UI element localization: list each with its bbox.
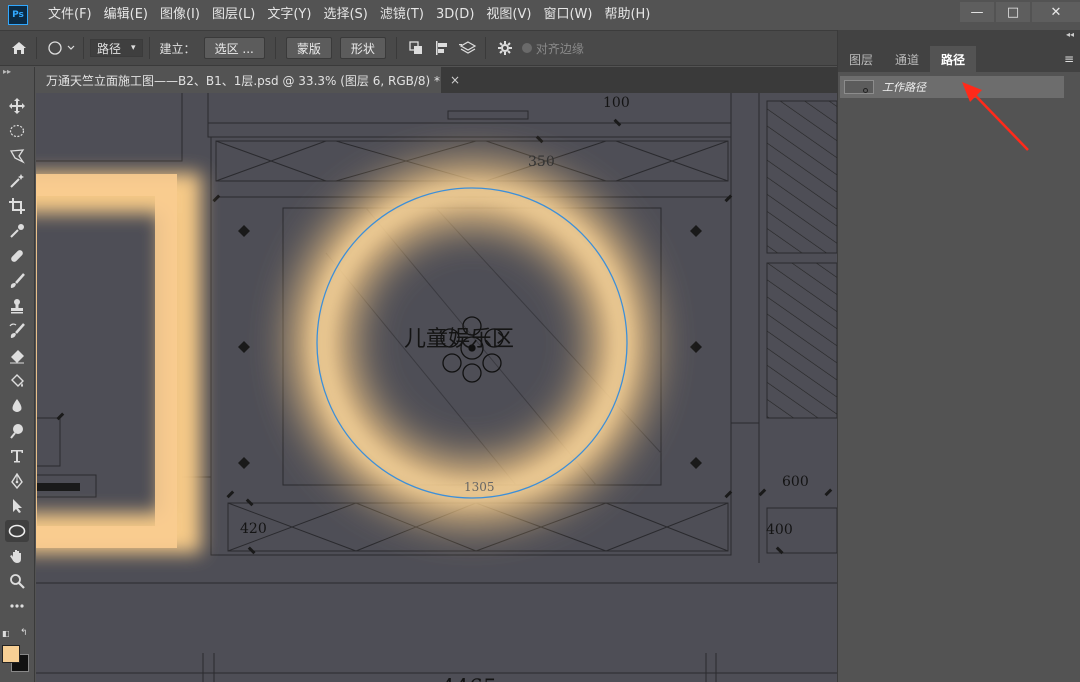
menu-bar: Ps 文件(F) 编辑(E) 图像(I) 图层(L) 文字(Y) 选择(S) 滤…	[0, 0, 1080, 30]
panel-header: ◂◂	[838, 30, 1080, 44]
menu-help[interactable]: 帮助(H)	[598, 0, 656, 30]
divider	[148, 37, 150, 59]
window-controls: — □ ✕	[958, 0, 1080, 24]
dim-label: 600	[782, 474, 809, 490]
divider	[83, 37, 84, 59]
arrow-icon	[962, 82, 1029, 151]
tool-mode-select[interactable]: 路径 ▾	[90, 39, 143, 57]
close-window-button[interactable]: ✕	[1032, 2, 1080, 22]
minimize-button[interactable]: —	[960, 2, 994, 22]
canvas[interactable]: 儿童娱乐区 100 350 1305 420 600 400 4465	[36, 93, 837, 682]
magic-wand-icon[interactable]	[5, 170, 29, 192]
menu-window[interactable]: 窗口(W)	[537, 0, 598, 30]
path-item-label: 工作路径	[882, 81, 926, 94]
menu-image[interactable]: 图像(I)	[154, 0, 206, 30]
dim-label: 4465	[441, 676, 497, 682]
collapse-icon[interactable]: ▸▸	[3, 67, 11, 76]
path-thumbnail	[844, 80, 874, 94]
type-icon[interactable]	[5, 445, 29, 467]
dim-label: 350	[528, 154, 555, 170]
crop-icon[interactable]	[5, 195, 29, 217]
chevron-down-icon: ▾	[131, 43, 136, 53]
divider	[395, 37, 397, 59]
ellipse-tool-icon[interactable]	[5, 520, 29, 542]
dodge-icon[interactable]	[5, 420, 29, 442]
make-mask-button[interactable]: 蒙版	[285, 37, 332, 59]
make-shape-button[interactable]: 形状	[339, 37, 386, 59]
tab-layers[interactable]: 图层	[838, 46, 884, 72]
close-icon[interactable]: ×	[450, 73, 460, 87]
eraser-icon[interactable]	[5, 345, 29, 367]
hatched-wall	[767, 101, 837, 253]
tab-channels[interactable]: 通道	[884, 46, 930, 72]
color-swatches: ◧ ↰	[2, 628, 32, 677]
eyedropper-icon[interactable]	[5, 220, 29, 242]
move-icon[interactable]	[5, 95, 29, 117]
path-operations-icon[interactable]	[405, 37, 427, 59]
hatched-wall	[767, 263, 837, 418]
menu-select[interactable]: 选择(S)	[317, 0, 373, 30]
collapse-panel-icon[interactable]: ◂◂	[1066, 30, 1074, 39]
lasso-icon[interactable]	[5, 145, 29, 167]
menu-view[interactable]: 视图(V)	[480, 0, 537, 30]
marquee-ellipse-icon[interactable]	[5, 120, 29, 142]
more-tools-icon[interactable]	[5, 595, 29, 617]
path-alignment-icon[interactable]	[431, 37, 453, 59]
make-label: 建立：	[159, 41, 196, 56]
dim-label: 420	[240, 521, 267, 537]
dim-label: 100	[603, 95, 630, 111]
menu-3d[interactable]: 3D(D)	[430, 0, 480, 30]
document-tab[interactable]: 万通天竺立面施工图——B2、B1、1层.psd @ 33.3% (图层 6, R…	[36, 67, 460, 93]
brush-icon[interactable]	[5, 270, 29, 292]
menu-file[interactable]: 文件(F)	[42, 0, 98, 30]
panel-menu-icon[interactable]: ≡	[1064, 52, 1074, 66]
ellipse-shape-icon[interactable]	[47, 37, 77, 59]
gear-icon[interactable]	[494, 37, 516, 59]
make-selection-button[interactable]: 选区 ...	[203, 37, 265, 59]
dim-label: 1305	[464, 480, 495, 494]
tools-panel: ▸▸ ◧ ↰	[0, 67, 35, 682]
hand-icon[interactable]	[5, 545, 29, 567]
menu-edit[interactable]: 编辑(E)	[98, 0, 154, 30]
photoshop-logo: Ps	[8, 5, 28, 25]
document-tab-title: 万通天竺立面施工图——B2、B1、1层.psd @ 33.3% (图层 6, R…	[46, 73, 441, 88]
path-arrangement-icon[interactable]	[457, 37, 479, 59]
menu-type[interactable]: 文字(Y)	[261, 0, 317, 30]
tab-paths[interactable]: 路径	[930, 46, 977, 72]
divider	[484, 37, 486, 59]
divider	[36, 37, 37, 59]
room-label: 儿童娱乐区	[404, 327, 514, 352]
checkbox-icon	[521, 43, 532, 53]
paths-panel: ◂◂ 图层 通道 路径 ≡ 工作路径	[837, 30, 1080, 682]
pen-icon[interactable]	[5, 470, 29, 492]
foreground-color-swatch[interactable]	[2, 645, 20, 663]
maximize-button[interactable]: □	[996, 2, 1030, 22]
divider	[274, 37, 276, 59]
align-edges-label: 对齐边缘	[535, 41, 584, 56]
history-brush-icon[interactable]	[5, 320, 29, 342]
tool-mode-value: 路径	[97, 41, 122, 56]
healing-icon[interactable]	[5, 245, 29, 267]
swap-colors-icon[interactable]: ↰	[20, 628, 28, 638]
drawing-artwork: 儿童娱乐区 100 350 1305 420 600 400 4465	[36, 93, 837, 682]
menu-filter[interactable]: 滤镜(T)	[374, 0, 430, 30]
paint-bucket-icon[interactable]	[5, 370, 29, 392]
blur-icon[interactable]	[5, 395, 29, 417]
default-colors-icon[interactable]: ◧	[2, 629, 10, 638]
dim-label: 400	[766, 522, 793, 538]
home-icon[interactable]	[8, 37, 30, 59]
document-tab-bar: 万通天竺立面施工图——B2、B1、1层.psd @ 33.3% (图层 6, R…	[36, 67, 837, 93]
zoom-icon[interactable]	[5, 570, 29, 592]
align-edges-checkbox[interactable]: 对齐边缘	[521, 40, 584, 57]
path-select-icon[interactable]	[5, 495, 29, 517]
panel-tabs: 图层 通道 路径 ≡	[838, 44, 1080, 72]
menu-layer[interactable]: 图层(L)	[206, 0, 261, 30]
stamp-icon[interactable]	[5, 295, 29, 317]
